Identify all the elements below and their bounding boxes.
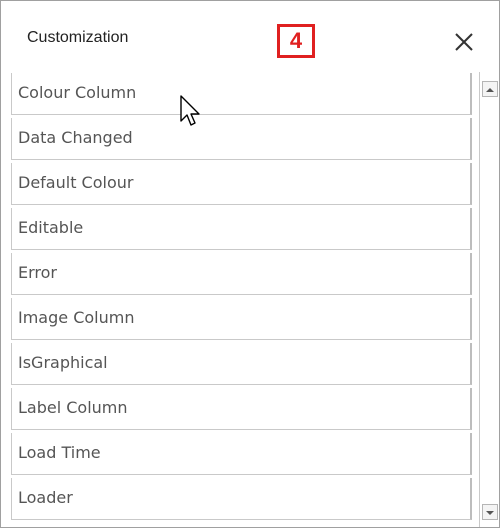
list-item-default-colour[interactable]: Default Colour xyxy=(11,162,477,207)
chevron-down-icon xyxy=(486,511,494,515)
list-item-frame xyxy=(11,478,472,520)
list-item-label: Default Colour xyxy=(18,173,134,192)
close-icon xyxy=(455,33,473,51)
step-badge: 4 xyxy=(277,24,315,58)
list-item-label: Label Column xyxy=(18,398,128,417)
list-item-label: Colour Column xyxy=(18,83,137,102)
dialog-titlebar: Customization 4 xyxy=(1,1,499,71)
scroll-down-button[interactable] xyxy=(482,504,498,520)
list-item-label: Editable xyxy=(18,218,84,237)
list-item-label: Image Column xyxy=(18,308,135,327)
list-item-label: IsGraphical xyxy=(18,353,108,372)
customization-dialog: Customization 4 Colour Column Data Chang… xyxy=(0,0,500,528)
list-item-label: Load Time xyxy=(18,443,101,462)
list-item-loader[interactable]: Loader xyxy=(11,477,477,522)
list-item-isgraphical[interactable]: IsGraphical xyxy=(11,342,477,387)
list-item-label-column[interactable]: Label Column xyxy=(11,387,477,432)
list-item-error[interactable]: Error xyxy=(11,252,477,297)
chevron-up-icon xyxy=(486,88,494,92)
list-item-frame xyxy=(11,253,472,295)
mouse-pointer-icon xyxy=(180,95,204,133)
dialog-title: Customization xyxy=(27,29,129,46)
list-item-image-column[interactable]: Image Column xyxy=(11,297,477,342)
field-list: Colour Column Data Changed Default Colou… xyxy=(11,72,477,527)
list-item-colour-column[interactable]: Colour Column xyxy=(11,72,477,117)
list-item-load-time[interactable]: Load Time xyxy=(11,432,477,477)
list-item-editable[interactable]: Editable xyxy=(11,207,477,252)
list-item-label: Error xyxy=(18,263,57,282)
scroll-up-button[interactable] xyxy=(482,81,498,97)
list-item-data-changed[interactable]: Data Changed xyxy=(11,117,477,162)
list-item-label: Data Changed xyxy=(18,128,133,147)
list-item-label: Loader xyxy=(18,488,73,507)
vertical-scrollbar[interactable] xyxy=(479,72,499,527)
close-button[interactable] xyxy=(449,27,479,57)
